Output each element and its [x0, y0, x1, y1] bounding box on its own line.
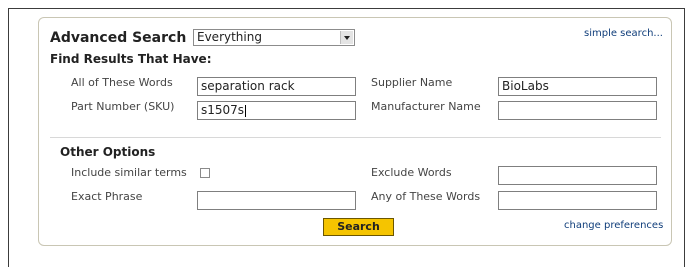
exact-phrase-input[interactable] [197, 191, 356, 210]
section-divider [50, 137, 661, 138]
other-options-heading: Other Options [60, 145, 156, 159]
exact-phrase-label: Exact Phrase [71, 190, 143, 203]
find-results-heading: Find Results That Have: [50, 52, 212, 66]
any-words-input[interactable] [498, 191, 657, 210]
search-scope-value: Everything [197, 30, 262, 44]
text-cursor [245, 104, 247, 117]
manufacturer-name-label: Manufacturer Name [371, 100, 481, 113]
search-button[interactable]: Search [323, 218, 394, 236]
dropdown-arrow-icon[interactable] [340, 31, 353, 44]
panel-title: Advanced Search [50, 30, 187, 46]
part-number-value: s1507s [201, 103, 245, 117]
change-preferences-link[interactable]: change preferences [564, 220, 663, 231]
part-number-label: Part Number (SKU) [71, 100, 175, 113]
any-words-label: Any of These Words [371, 190, 481, 203]
simple-search-link[interactable]: simple search... [584, 28, 663, 39]
supplier-name-label: Supplier Name [371, 76, 453, 89]
supplier-name-value: BioLabs [502, 79, 549, 93]
all-words-label: All of These Words [71, 76, 173, 89]
search-scope-select[interactable]: Everything [193, 29, 355, 46]
manufacturer-name-input[interactable] [498, 101, 657, 120]
include-similar-label: Include similar terms [71, 166, 187, 179]
exclude-words-label: Exclude Words [371, 166, 452, 179]
part-number-input[interactable]: s1507s [197, 101, 356, 120]
include-similar-checkbox[interactable] [200, 168, 210, 178]
supplier-name-input[interactable]: BioLabs [498, 77, 657, 96]
exclude-words-input[interactable] [498, 166, 657, 185]
advanced-search-panel: Advanced Search Everything simple search… [38, 17, 672, 246]
all-words-input[interactable]: separation rack [197, 77, 356, 96]
all-words-value: separation rack [201, 79, 295, 93]
